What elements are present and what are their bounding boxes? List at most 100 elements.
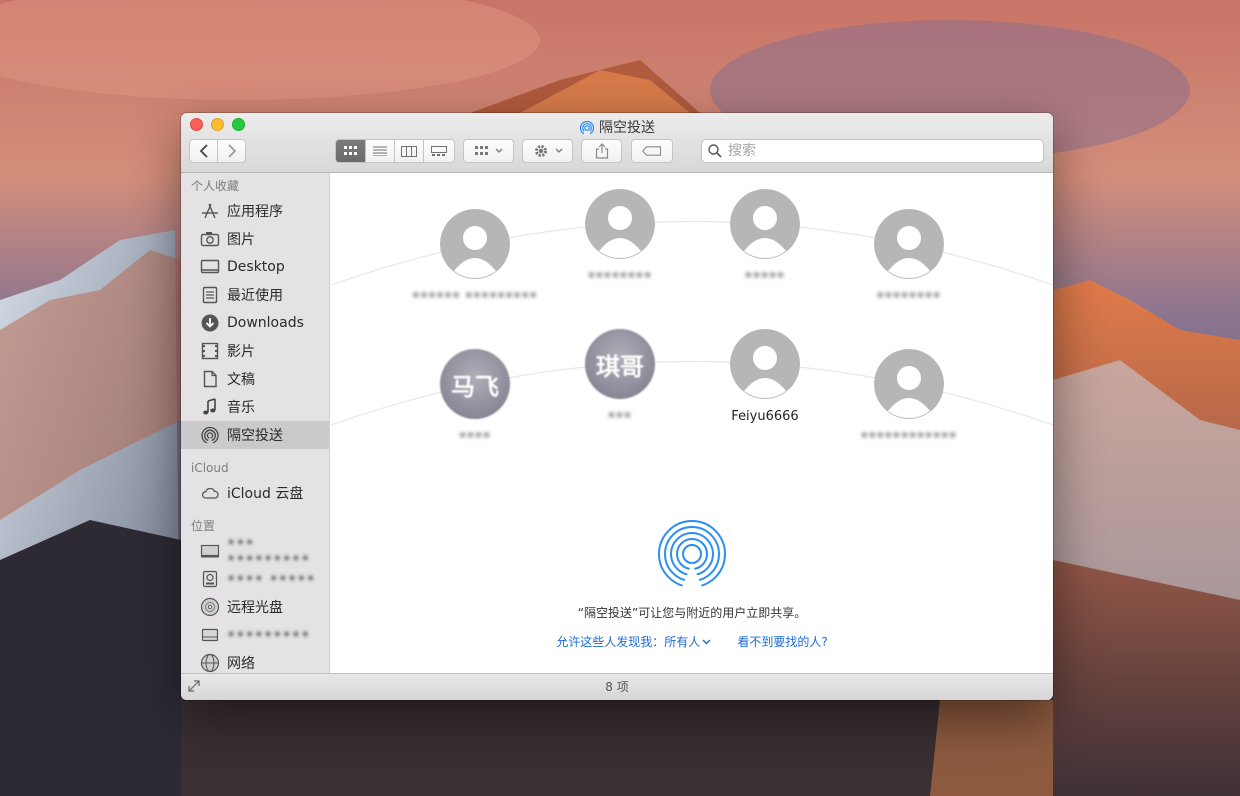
applications-icon [202, 203, 218, 219]
peer-avatar-initials: 琪哥 [585, 329, 655, 399]
back-button[interactable] [190, 140, 218, 162]
action-button[interactable] [522, 139, 573, 163]
sidebar-item-remote-disc[interactable]: 远程光盘 [181, 593, 329, 621]
sidebar-item-icloud-drive[interactable]: iCloud 云盘 [181, 479, 329, 507]
person-silhouette-icon [730, 189, 800, 259]
peer-name: •••••••••••• [860, 429, 958, 442]
view-mode-control [335, 139, 455, 163]
disk-icon [202, 570, 218, 588]
cover-flow-icon [431, 145, 447, 156]
sidebar-item-airdrop[interactable]: 隔空投送 [181, 421, 329, 449]
search-input[interactable] [728, 143, 1028, 159]
sidebar-item-downloads[interactable]: Downloads [181, 309, 329, 337]
chevron-down-icon [495, 148, 502, 153]
sidebar-item-label: 网络 [227, 656, 255, 672]
sidebar-item-label: 影片 [227, 344, 255, 360]
recents-icon [202, 286, 218, 304]
music-icon [203, 398, 216, 415]
sidebar-item-music[interactable]: 音乐 [181, 393, 329, 421]
person-silhouette-icon [730, 329, 800, 399]
sidebar-item-label: 最近使用 [227, 288, 283, 304]
sidebar-item-desktop[interactable]: Desktop [181, 253, 329, 281]
sidebar-item-label: ••••••••• [227, 627, 311, 643]
sidebar-header-locations: 位置 [191, 519, 216, 533]
peer-name: Feiyu6666 [731, 409, 799, 424]
search-icon [708, 144, 722, 158]
tags-button[interactable] [631, 139, 673, 163]
peer-name: •••• [458, 429, 492, 442]
chevron-right-icon [227, 144, 236, 158]
airdrop-peer[interactable]: •••••••• [540, 189, 700, 282]
sidebar-item-label: ••• ••••••••• [227, 535, 311, 567]
airdrop-peer[interactable]: •••••••••••• [829, 349, 989, 442]
sidebar-item-documents[interactable]: 文稿 [181, 365, 329, 393]
peer-avatar-initials: 马飞 [440, 349, 510, 419]
sidebar-item-applications[interactable]: 应用程序 [181, 197, 329, 225]
sidebar-header-icloud: iCloud [191, 461, 229, 475]
sidebar-header-favorites: 个人收藏 [191, 179, 240, 193]
sidebar-item-drive[interactable]: ••••••••• [181, 621, 329, 649]
cloud-icon [201, 487, 219, 499]
chevron-down-icon [555, 148, 562, 153]
forward-button[interactable] [218, 140, 245, 162]
icon-view-button[interactable] [336, 140, 366, 162]
downloads-icon [201, 314, 219, 332]
item-count: 8 项 [605, 680, 629, 694]
person-silhouette-icon [440, 209, 510, 279]
search-field[interactable] [701, 139, 1044, 163]
computer-icon [200, 544, 220, 558]
column-view-button[interactable] [395, 140, 424, 162]
sidebar-item-label: 隔空投送 [227, 428, 283, 444]
sidebar-item-computer[interactable]: ••• ••••••••• [181, 535, 329, 567]
status-bar: 8 项 [181, 673, 1053, 700]
window-title-text: 隔空投送 [599, 120, 655, 136]
sidebar-item-recents[interactable]: 最近使用 [181, 281, 329, 309]
help-link[interactable]: 看不到要找的人? [737, 633, 827, 650]
sidebar-item-label: 音乐 [227, 400, 255, 416]
airdrop-icon [201, 426, 219, 445]
sidebar-item-label: Downloads [227, 315, 304, 331]
airdrop-peer[interactable]: •••••• ••••••••• [395, 209, 555, 302]
window-title: 隔空投送 [181, 117, 1053, 137]
sidebar-item-movies[interactable]: 影片 [181, 337, 329, 365]
nav-buttons [189, 139, 246, 163]
airdrop-peer[interactable]: Feiyu6666 [685, 329, 845, 424]
remote-disc-icon [200, 597, 220, 617]
sidebar-item-label: 远程光盘 [227, 600, 283, 616]
airdrop-peer[interactable]: 马飞 •••• [395, 349, 555, 442]
sidebar: 个人收藏 应用程序 图片 Desktop 最近使用 Downloads 影片 文… [181, 173, 330, 673]
share-icon [595, 143, 608, 159]
network-icon [200, 653, 220, 673]
gear-icon [534, 145, 547, 157]
documents-icon [203, 370, 217, 388]
drive-icon [201, 628, 219, 642]
person-silhouette-icon [874, 209, 944, 279]
arrange-button[interactable] [463, 139, 514, 163]
airdrop-options: 允许这些人发现我：所有人 看不到要找的人? [331, 633, 1053, 650]
share-button[interactable] [581, 139, 622, 163]
sidebar-item-network[interactable]: 网络 [181, 649, 329, 673]
sidebar-item-pictures[interactable]: 图片 [181, 225, 329, 253]
cover-flow-button[interactable] [424, 140, 454, 162]
airdrop-peer[interactable]: 琪哥 ••• [540, 329, 700, 422]
chevron-left-icon [199, 144, 208, 158]
tag-icon [642, 146, 662, 156]
list-view-button[interactable] [366, 140, 395, 162]
sidebar-item-label: iCloud 云盘 [227, 486, 304, 502]
peer-name: ••••• [744, 269, 786, 282]
sidebar-item-label: 应用程序 [227, 204, 283, 220]
discoverable-label: 允许这些人发现我：所有人 [556, 635, 701, 649]
camera-icon [200, 232, 220, 247]
sidebar-item-disk[interactable]: •••• ••••• [181, 565, 329, 593]
airdrop-peer[interactable]: •••••••• [829, 209, 989, 302]
arrange-icon [474, 146, 488, 155]
icon-view-icon [343, 146, 357, 155]
peer-name: ••• [607, 409, 633, 422]
title-bar[interactable]: 隔空投送 [181, 113, 1053, 173]
airdrop-peer[interactable]: ••••• [685, 189, 845, 282]
person-silhouette-icon [874, 349, 944, 419]
finder-window: 隔空投送 搜索 个人收藏 应用程序 图片 Desktop 最近使用 Downlo… [181, 113, 1053, 700]
movies-icon [201, 342, 219, 360]
discoverable-dropdown[interactable]: 允许这些人发现我：所有人 [556, 633, 711, 650]
resize-arrows-icon[interactable] [187, 679, 201, 693]
